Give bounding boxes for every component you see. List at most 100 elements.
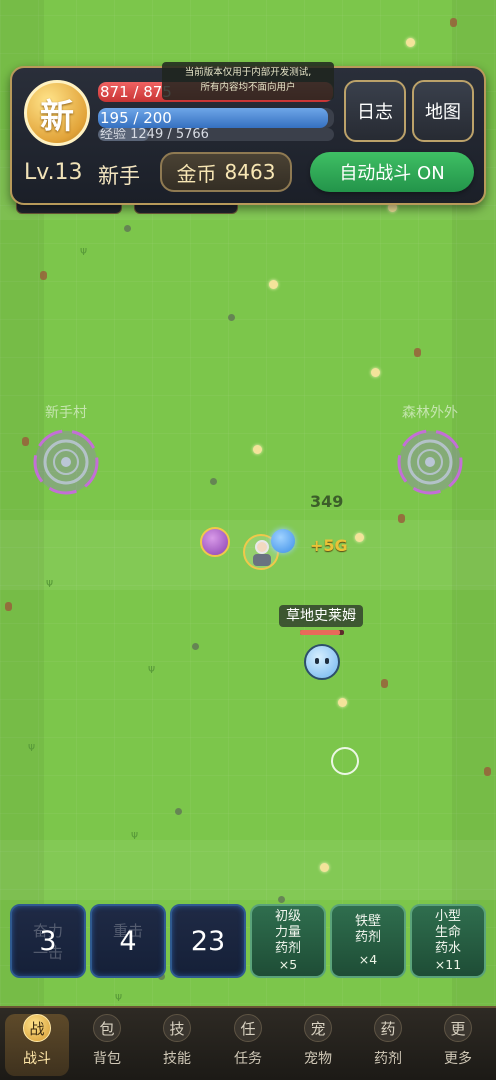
xp-bar: 经验 1249 / 5766 (98, 128, 334, 141)
player-level: Lv.13 (24, 160, 83, 185)
portal-left-label: 新手村 (45, 405, 87, 421)
more-icon: 更 (444, 1014, 472, 1042)
gold-gain-text: +5G (310, 536, 348, 555)
player-body (253, 554, 271, 566)
potion-name-line: 力量 (274, 925, 301, 940)
nav-pets[interactable]: 宠 宠物 (286, 1014, 350, 1076)
stump-decoration (450, 18, 457, 27)
stump-decoration (484, 767, 491, 776)
potion-name-line: 药剂 (354, 930, 381, 945)
nav-label: 战斗 (23, 1051, 51, 1067)
pets-icon: 宠 (304, 1014, 332, 1042)
grass-tuft-decoration: ᴪ (46, 576, 54, 590)
grass-tuft-decoration: ᴪ (148, 662, 156, 676)
player-rank: 新手 (98, 164, 140, 188)
dev-notice-banner: 当前版本仅用于内部开发测试, 所有内容均不面向用户 (162, 62, 334, 100)
nav-label: 药剂 (374, 1051, 402, 1067)
dev-notice-line1: 当前版本仅用于内部开发测试, (184, 67, 312, 78)
nav-label: 更多 (444, 1051, 472, 1067)
nav-label: 宠物 (304, 1051, 332, 1067)
flower-decoration (269, 280, 278, 289)
stump-decoration (40, 271, 47, 280)
potion-name-line: 药剂 (274, 941, 301, 956)
stump-decoration (22, 437, 29, 446)
gold-label: 金币 (176, 161, 217, 186)
gold-display: 金币 8463 (160, 152, 292, 192)
quests-icon: 任 (234, 1014, 262, 1042)
skill-cooldown: 4 (119, 926, 137, 957)
bag-icon: 包 (93, 1014, 121, 1042)
nav-label: 技能 (163, 1051, 191, 1067)
potion-iron-wall-slot[interactable]: 铁壁 药剂 ×4 (330, 904, 406, 978)
player-status-panel: 新 871 / 875 195 / 200 经验 1249 / 5766 当前版… (10, 62, 486, 205)
portal-right-label: 森林外外 (402, 405, 458, 421)
mp-bar: 195 / 200 (98, 108, 334, 128)
nav-bag[interactable]: 包 背包 (75, 1014, 139, 1076)
potion-name-line: 铁壁 (354, 914, 381, 929)
flower-decoration (371, 368, 380, 377)
field-band (0, 840, 496, 900)
dev-notice-line2: 所有内容均不面向用户 (200, 82, 296, 93)
auto-battle-toggle[interactable]: 自动战斗 ON (310, 152, 474, 192)
nav-potions[interactable]: 药 药剂 (356, 1014, 420, 1076)
pet-blue-slime[interactable] (271, 529, 295, 553)
skill-cooldown: 23 (190, 926, 226, 957)
flower-decoration (338, 698, 347, 707)
potion-quantity: ×4 (358, 952, 378, 967)
nav-label: 背包 (93, 1051, 121, 1067)
nav-skills[interactable]: 技 技能 (145, 1014, 209, 1076)
pebble-decoration (278, 896, 285, 903)
skill-slot-3[interactable]: 23 (170, 904, 246, 978)
player-avatar[interactable]: 新 (24, 80, 90, 146)
player-head (255, 540, 269, 554)
skill-cooldown: 3 (39, 926, 57, 957)
nav-quests[interactable]: 任 任务 (216, 1014, 280, 1076)
target-marker[interactable] (331, 747, 359, 775)
grass-tuft-decoration: ᴪ (80, 244, 88, 258)
stump-decoration (414, 348, 421, 357)
portal-right[interactable] (396, 428, 464, 496)
monster-eye (315, 658, 319, 664)
grass-tuft-decoration: ᴪ (131, 828, 139, 842)
monster-name-label: 草地史莱姆 (279, 605, 363, 627)
potion-strength-slot[interactable]: 初级 力量 药剂 ×5 (250, 904, 326, 978)
nav-more[interactable]: 更 更多 (426, 1014, 490, 1076)
grass-tuft-decoration: ᴪ (28, 740, 36, 754)
potion-quantity: ×11 (434, 957, 462, 972)
potion-name-line: 小型 (434, 909, 461, 924)
monster-hp-fill (300, 630, 340, 635)
potion-small-health-slot[interactable]: 小型 生命 药水 ×11 (410, 904, 486, 978)
pebble-decoration (124, 225, 131, 232)
potions-icon: 药 (374, 1014, 402, 1042)
gold-value: 8463 (224, 160, 276, 184)
damage-number: 349 (310, 492, 344, 511)
potion-name-line: 生命 (434, 925, 461, 940)
pebble-decoration (210, 478, 217, 485)
portal-left[interactable] (32, 428, 100, 496)
skill-slot-1[interactable]: 奋力 一击 3 (10, 904, 86, 978)
flower-decoration (355, 533, 364, 542)
map-button[interactable]: 地图 (412, 80, 474, 142)
pebble-decoration (228, 314, 235, 321)
bottom-nav: 战 战斗 包 背包 技 技能 任 任务 宠 宠物 药 药剂 更 更多 (0, 1006, 496, 1080)
skill-slot-2[interactable]: 重击 4 (90, 904, 166, 978)
potion-name-line: 药水 (434, 941, 461, 956)
pet-purple-slime[interactable] (200, 527, 230, 557)
stump-decoration (398, 514, 405, 523)
pebble-decoration (175, 808, 182, 815)
flower-decoration (253, 445, 262, 454)
xp-text: 经验 1249 / 5766 (100, 128, 209, 141)
stump-decoration (5, 602, 12, 611)
flower-decoration (406, 38, 415, 47)
skills-icon: 技 (163, 1014, 191, 1042)
log-button[interactable]: 日志 (344, 80, 406, 142)
mp-text: 195 / 200 (100, 109, 172, 127)
monster-grass-slime[interactable] (304, 644, 340, 680)
potion-name-line: 初级 (274, 909, 301, 924)
monster-hp-bar (300, 630, 344, 635)
pebble-decoration (192, 643, 199, 650)
nav-battle[interactable]: 战 战斗 (5, 1014, 69, 1076)
potion-quantity: ×5 (278, 957, 298, 972)
stump-decoration (381, 679, 388, 688)
grass-tuft-decoration: ᴪ (115, 990, 123, 1004)
